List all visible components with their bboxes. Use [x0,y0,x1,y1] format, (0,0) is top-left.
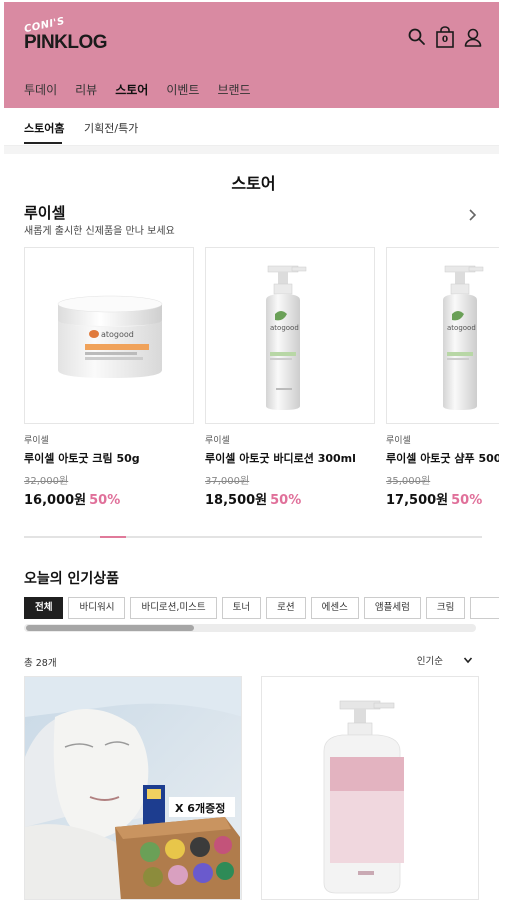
product-price-row: 18,500원 50% [205,489,375,508]
carousel-scroll-thumb[interactable] [100,536,126,538]
cream-brand-label: atogood [101,330,134,339]
bottle-brand-label: atogood [447,324,476,332]
store-subnav: 스토어홈 기획전/특가 [4,108,499,146]
chips-scrollbar-thumb[interactable] [26,625,194,631]
nav-review[interactable]: 리뷰 [75,81,97,104]
nav-event[interactable]: 이벤트 [166,81,199,104]
product-image-face-mask[interactable]: X 6개증정 [25,677,242,900]
chip-essence[interactable]: 에센스 [310,597,359,619]
tab-underline [24,142,62,144]
product-brand: 루이셀 [386,436,411,446]
product-brand: 루이셀 [205,436,230,446]
cart-count: 0 [441,35,449,45]
brand-section-title: 루이셀 [24,204,66,222]
chip-body-lotion-mist[interactable]: 바디로션,미스트 [130,597,217,619]
promo-text: X 6개증정 [175,801,225,815]
brand-section-subtitle: 새롭게 출시한 신제품을 만나 보세요 [24,226,175,237]
product-brand: 루이셀 [24,436,49,446]
discount-rate: 50% [451,493,483,508]
product-name[interactable]: 루이셀 아토굿 바디로션 300ml [205,450,375,466]
category-chips: 전체 바디워시 바디로션,미스트 토너 로션 에센스 앰플세럼 크림 [24,597,499,619]
main-nav: 투데이 리뷰 스토어 이벤트 브랜드 [24,81,251,113]
product-name[interactable]: 루이셀 아토굿 크림 50g [24,450,194,466]
nav-store[interactable]: 스토어 [115,81,149,113]
product-original-price: 32,000원 [24,476,69,487]
header-actions: 0 [407,26,483,48]
product-card[interactable]: atogood 루이셀 루이셀 아토굿 바디로션 300ml 37,000원 1… [205,247,375,508]
product-image-pink-pump-bottle[interactable] [262,677,479,900]
chevron-right-icon[interactable] [467,207,479,223]
carousel-scroll-track[interactable] [24,536,482,538]
bottle-brand-label: atogood [270,324,299,332]
product-card[interactable]: X 6개증정 [24,676,242,900]
chip-toner[interactable]: 토너 [221,597,262,619]
product-card[interactable]: atogood 루이셀 루이셀 아토굿 샴푸 500 35,000원 17,50… [386,247,499,508]
tab-special-deals[interactable]: 기획전/특가 [84,120,138,136]
product-price-row: 17,500원 50% [386,489,499,508]
product-original-price: 37,000원 [205,476,250,487]
product-image-pump-bottle[interactable]: atogood [205,247,375,424]
chip-cream[interactable]: 크림 [425,597,466,619]
discount-rate: 50% [89,493,121,508]
discount-rate: 50% [270,493,302,508]
chip-body-wash[interactable]: 바디워시 [68,597,126,619]
search-icon[interactable] [407,26,427,48]
section-divider [4,146,499,154]
chip-more[interactable] [470,597,499,619]
product-price: 18,500원 [205,493,268,508]
product-image-cream-jar[interactable]: atogood [24,247,194,424]
user-icon[interactable] [463,26,483,48]
product-original-price: 35,000원 [386,476,431,487]
product-price: 16,000원 [24,493,87,508]
app-header: CONI'S PINKLOG 0 투데이 리뷰 스토어 이벤트 브랜드 [4,2,499,113]
nav-brand[interactable]: 브랜드 [217,81,250,104]
tab-store-home[interactable]: 스토어홈 [24,120,64,136]
page-title: 스토어 [231,174,276,193]
product-price-row: 16,000원 50% [24,489,194,508]
popular-section-title: 오늘의 인기상품 [24,571,120,587]
logo-main-text: PINKLOG [24,32,108,53]
chip-lotion[interactable]: 로션 [266,597,306,619]
sort-dropdown[interactable]: 인기순 [417,653,473,667]
product-card[interactable]: atogood 루이셀 루이셀 아토굿 크림 50g 32,000원 16,00… [24,247,194,508]
product-price: 17,500원 [386,493,449,508]
chevron-down-icon [463,655,473,665]
product-name[interactable]: 루이셀 아토굿 샴푸 500 [386,450,499,466]
shopping-bag-icon[interactable]: 0 [435,26,455,48]
product-card[interactable] [261,676,479,900]
product-image-pump-bottle[interactable]: atogood [386,247,499,424]
chip-ampoule-serum[interactable]: 앰플세럼 [363,597,421,619]
sort-label: 인기순 [416,656,443,667]
total-count: 총 28개 [24,658,57,669]
chip-all[interactable]: 전체 [24,597,64,619]
nav-today[interactable]: 투데이 [24,81,57,104]
